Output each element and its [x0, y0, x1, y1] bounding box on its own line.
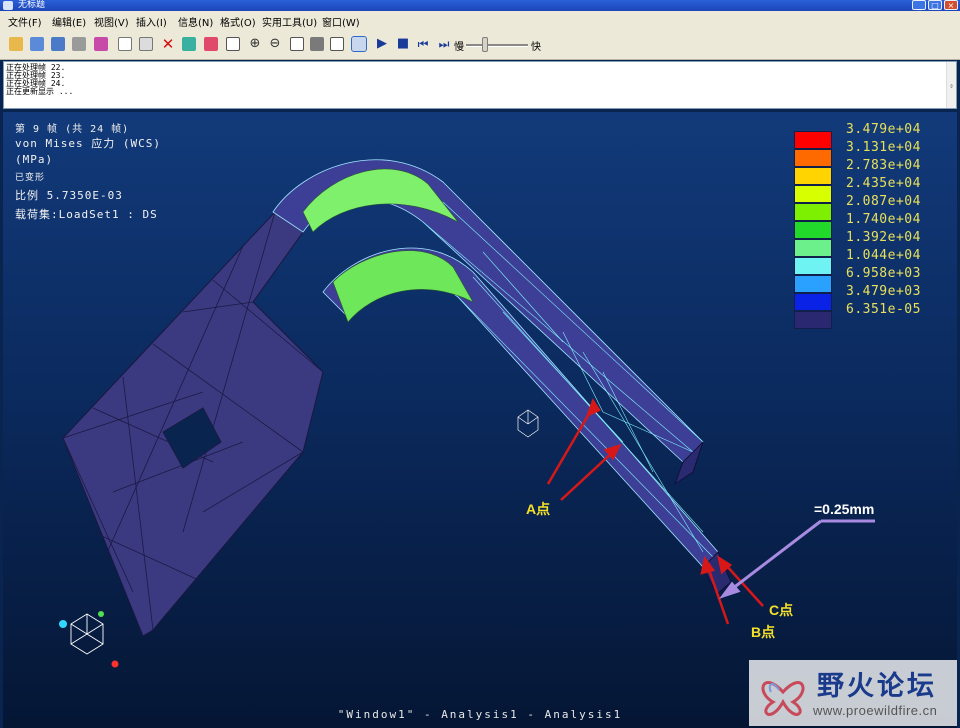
legend-swatch: [794, 185, 832, 203]
play-icon[interactable]: ▶: [375, 37, 389, 51]
orient-icon[interactable]: [310, 37, 324, 51]
deformed-label: 已变形: [15, 173, 46, 183]
menu-insert[interactable]: 插入(I): [136, 14, 167, 29]
minimize-icon[interactable]: _: [912, 0, 926, 10]
quantity-label: von Mises 应力 (WCS): [15, 137, 161, 150]
legend-value: 1.392e+04: [846, 230, 921, 245]
point-c-label: C点: [769, 602, 794, 618]
butterfly-logo-icon: [761, 681, 805, 716]
speed-slow-label: 慢: [454, 42, 464, 53]
legend-value: 2.783e+04: [846, 158, 921, 173]
legend-value: 3.479e+04: [846, 122, 921, 137]
point-b-label: B点: [751, 624, 776, 640]
unit-label: (MPa): [15, 153, 54, 166]
show-icon[interactable]: [182, 37, 196, 51]
legend-value: 1.044e+04: [846, 248, 921, 263]
speed-slider-thumb[interactable]: [481, 37, 488, 52]
open-icon[interactable]: [9, 37, 23, 51]
speed-fast-label: 快: [531, 42, 541, 53]
first-frame-icon[interactable]: ⏮: [416, 37, 430, 51]
zoom-window-icon[interactable]: [290, 37, 304, 51]
stop-icon[interactable]: ■: [396, 37, 410, 51]
legend-swatch: [794, 293, 832, 311]
save-as-icon[interactable]: [51, 37, 65, 51]
graphics-viewport[interactable]: 第 9 帧 (共 24 帧) von Mises 应力 (WCS) (MPa) …: [3, 112, 957, 728]
legend-value: 1.740e+04: [846, 212, 921, 227]
message-line: 正在更新显示 ...: [6, 87, 74, 96]
animate-icon[interactable]: [351, 36, 367, 52]
legend-value: 6.958e+03: [846, 266, 921, 281]
legend-value: 3.479e+03: [846, 284, 921, 299]
message-line: 正在处理帧 24.: [6, 79, 66, 88]
legend-swatch: [794, 311, 832, 329]
speed-slider[interactable]: [466, 44, 528, 47]
window-controls: _ □ ×: [912, 0, 958, 10]
print-icon[interactable]: [72, 37, 86, 51]
legend-swatch: [794, 275, 832, 293]
menu-window[interactable]: 窗口(W): [322, 14, 360, 29]
legend-value: 6.351e-05: [846, 302, 921, 317]
legend-swatch: [794, 221, 832, 239]
toolbar: ✕ ⊕ ⊖ ▶ ■ ⏮ ⏭ 慢 快: [0, 31, 960, 60]
delete-icon[interactable]: ✕: [161, 37, 175, 52]
paste-icon[interactable]: [139, 37, 153, 51]
menu-info[interactable]: 信息(N): [178, 14, 213, 29]
close-icon[interactable]: ×: [944, 0, 958, 10]
edit-icon[interactable]: [204, 37, 218, 51]
title-bar: 无标题 _ □ ×: [0, 0, 960, 11]
menu-file[interactable]: 文件(F): [8, 14, 42, 29]
model-icon[interactable]: [94, 37, 108, 51]
watermark-url: www.proewildfire.cn: [813, 703, 938, 718]
zoom-in-icon[interactable]: ⊕: [248, 37, 262, 51]
maximize-icon[interactable]: □: [928, 0, 942, 10]
legend-swatch: [794, 131, 832, 149]
watermark: 野火论坛 www.proewildfire.cn: [749, 660, 957, 726]
app-icon: [3, 1, 13, 10]
menu-view[interactable]: 视图(V): [94, 14, 129, 29]
fit-icon[interactable]: [226, 37, 240, 51]
gap-dimension-label: =0.25mm: [814, 501, 875, 517]
legend-swatch: [794, 167, 832, 185]
zoom-out-icon[interactable]: ⊖: [268, 37, 282, 51]
legend-value: 2.435e+04: [846, 176, 921, 191]
scale-label: 比例 5.7350E-03: [15, 189, 123, 202]
menu-bar: 文件(F) 编辑(E) 视图(V) 插入(I) 信息(N) 格式(O) 实用工具…: [0, 11, 960, 31]
legend-swatch: [794, 149, 832, 167]
next-frame-icon[interactable]: ⏭: [437, 37, 451, 51]
watermark-title: 野火论坛: [817, 671, 937, 702]
copy-result-icon[interactable]: [118, 37, 132, 51]
message-panel: 正在处理帧 22. 正在处理帧 23. 正在处理帧 24. 正在更新显示 ...…: [3, 61, 957, 109]
message-line: 正在处理帧 23.: [6, 71, 66, 80]
legend-value: 2.087e+04: [846, 194, 921, 209]
legend-swatch: [794, 257, 832, 275]
legend-swatch: [794, 239, 832, 257]
menu-edit[interactable]: 编辑(E): [52, 14, 86, 29]
save-icon[interactable]: [30, 37, 44, 51]
query-icon[interactable]: [330, 37, 344, 51]
frame-info: 第 9 帧 (共 24 帧): [15, 124, 130, 135]
legend-swatch: [794, 203, 832, 221]
legend-value: 3.131e+04: [846, 140, 921, 155]
point-a-label: A点: [526, 501, 551, 517]
menu-format[interactable]: 格式(O): [220, 14, 256, 29]
message-scrollbar[interactable]: ⇧: [946, 62, 956, 108]
window-title: 无标题: [18, 0, 46, 10]
loadset-label: 载荷集:LoadSet1 : DS: [15, 208, 158, 221]
message-line: 正在处理帧 22.: [6, 63, 66, 72]
menu-utilities[interactable]: 实用工具(U): [262, 14, 317, 29]
